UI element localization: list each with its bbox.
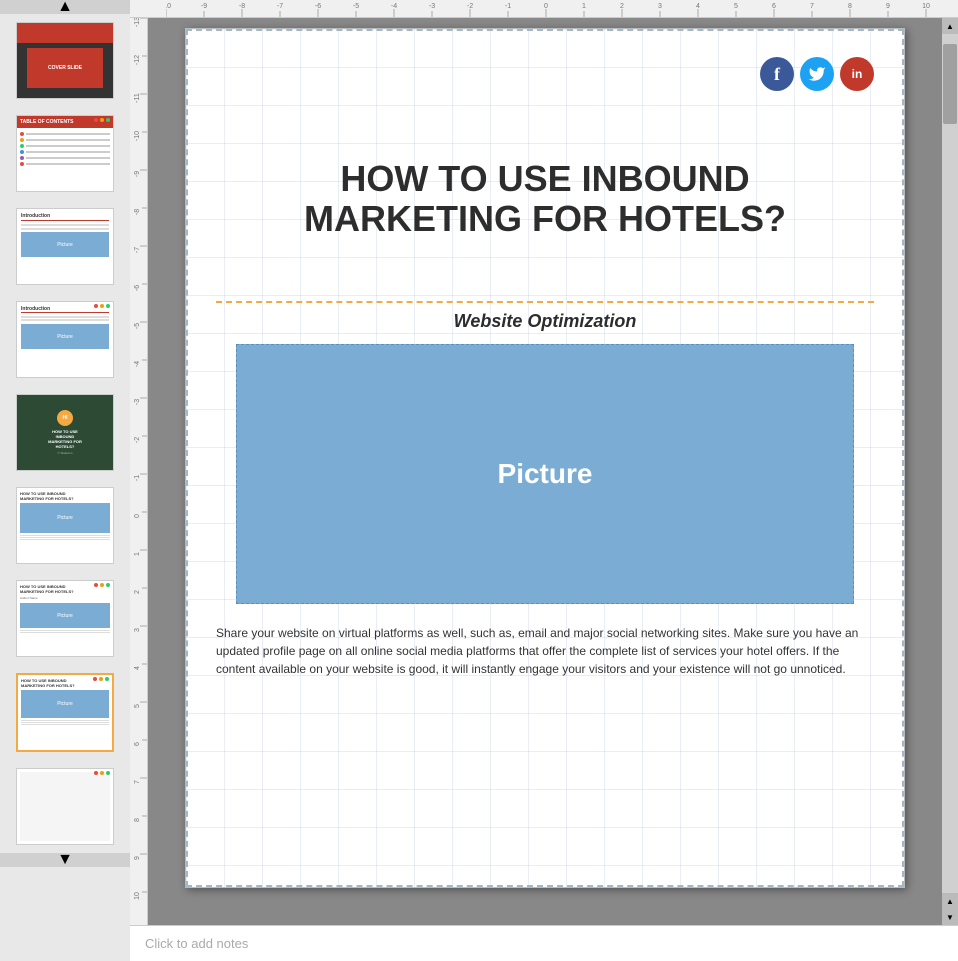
social-icons-group: f in: [760, 57, 874, 91]
svg-text:-3: -3: [429, 3, 435, 10]
svg-text:-9: -9: [201, 3, 207, 10]
svg-text:-10: -10: [166, 3, 171, 10]
svg-text:8: 8: [134, 818, 141, 822]
svg-text:1: 1: [582, 3, 586, 10]
svg-text:8: 8: [848, 3, 852, 10]
twitter-icon[interactable]: [800, 57, 834, 91]
svg-text:7: 7: [810, 3, 814, 10]
svg-text:5: 5: [134, 704, 141, 708]
slide-panel: ▲ 1 COVER SLIDE 2 TABLE OF CONTENTS: [0, 0, 130, 961]
scrollbar-thumb[interactable]: [943, 44, 957, 124]
svg-text:-10: -10: [134, 131, 141, 141]
main-area: -10 -9 -8 -7 -6 -5 -4 -3 -2 -1 0 1 2 3 4…: [130, 0, 958, 961]
slide-thumb-7[interactable]: HOW TO USE INBOUNDMARKETING FOR HOTELS? …: [16, 580, 114, 657]
notes-placeholder: Click to add notes: [145, 936, 248, 951]
svg-text:-6: -6: [315, 3, 321, 10]
svg-text:-1: -1: [505, 3, 511, 10]
svg-text:6: 6: [134, 742, 141, 746]
svg-text:10: 10: [922, 3, 930, 10]
thumb2-title: TABLE OF CONTENTS: [20, 119, 74, 125]
sidebar-scroll-up[interactable]: ▲: [0, 0, 130, 14]
slide-subtitle: Website Optimization: [216, 311, 874, 332]
svg-text:-13: -13: [134, 18, 141, 27]
slide-thumb-8[interactable]: HOW TO USE INBOUNDMARKETING FOR HOTELS? …: [16, 673, 114, 752]
svg-text:-7: -7: [277, 3, 283, 10]
thumb3-title: Introduction: [21, 213, 109, 221]
thumb6-picture-label: Picture: [57, 515, 73, 521]
svg-text:4: 4: [696, 3, 700, 10]
slide-thumb-6[interactable]: HOW TO USE INBOUNDMARKETING FOR HOTELS? …: [16, 487, 114, 564]
slide-thumb-3[interactable]: Introduction Picture: [16, 208, 114, 285]
svg-text:3: 3: [658, 3, 662, 10]
thumb4-picture-label: Picture: [57, 334, 73, 340]
thumb7-picture-label: Picture: [57, 613, 73, 619]
scroll-down-button-1[interactable]: ▲: [942, 893, 958, 909]
slide-body-text: Share your website on virtual platforms …: [216, 624, 874, 678]
svg-text:5: 5: [734, 3, 738, 10]
svg-text:7: 7: [134, 780, 141, 784]
slide-thumb-1[interactable]: COVER SLIDE: [16, 22, 114, 99]
ruler-top: -10 -9 -8 -7 -6 -5 -4 -3 -2 -1 0 1 2 3 4…: [130, 0, 958, 18]
facebook-icon[interactable]: f: [760, 57, 794, 91]
scrollbar-track[interactable]: [942, 34, 958, 893]
slide-thumb-9[interactable]: [16, 768, 114, 845]
slide-thumb-5[interactable]: HI HOW TO USEINBOUNDMARKETING FORHOTELS?…: [16, 394, 114, 471]
thumb6-title: HOW TO USE INBOUNDMARKETING FOR HOTELS?: [20, 491, 110, 501]
svg-text:-2: -2: [467, 3, 473, 10]
svg-text:-5: -5: [134, 323, 141, 329]
svg-text:-9: -9: [134, 171, 141, 177]
scroll-up-button[interactable]: ▲: [942, 18, 958, 34]
svg-text:10: 10: [134, 892, 141, 900]
svg-text:0: 0: [544, 3, 548, 10]
slide-canvas: f in HOW TO USE INBOUND MARKETING FOR HO…: [185, 28, 905, 888]
picture-label: Picture: [498, 458, 593, 490]
svg-text:4: 4: [134, 666, 141, 670]
svg-text:-8: -8: [134, 209, 141, 215]
svg-text:-7: -7: [134, 247, 141, 253]
thumb7-subtitle: Author Name: [20, 596, 110, 600]
slide-main-title: HOW TO USE INBOUND MARKETING FOR HOTELS?: [216, 159, 874, 238]
ruler-left: -13 -12 -11 -10 -9 -8 -7 -6 -5 -4 -3 -2 …: [130, 18, 148, 925]
svg-text:9: 9: [886, 3, 890, 10]
slide-canvas-area[interactable]: f in HOW TO USE INBOUND MARKETING FOR HO…: [148, 18, 942, 925]
svg-text:6: 6: [772, 3, 776, 10]
svg-text:-2: -2: [134, 437, 141, 443]
scroll-down-button-2[interactable]: ▼: [942, 909, 958, 925]
thumb5-subtitle: © SlidesCo: [57, 451, 72, 455]
linkedin-icon[interactable]: in: [840, 57, 874, 91]
svg-text:-4: -4: [391, 3, 397, 10]
svg-text:-6: -6: [134, 285, 141, 291]
svg-text:-11: -11: [134, 93, 141, 103]
notes-area[interactable]: Click to add notes: [130, 925, 958, 961]
svg-text:-8: -8: [239, 3, 245, 10]
picture-placeholder[interactable]: Picture: [236, 344, 854, 604]
svg-text:-1: -1: [134, 475, 141, 481]
svg-text:-4: -4: [134, 361, 141, 367]
svg-text:2: 2: [620, 3, 624, 10]
thumb3-picture-label: Picture: [57, 242, 73, 248]
thumb5-main-title: HOW TO USEINBOUNDMARKETING FORHOTELS?: [48, 429, 82, 450]
svg-text:1: 1: [134, 552, 141, 556]
sidebar-scroll-down[interactable]: ▼: [0, 853, 130, 867]
orange-divider-line: [216, 301, 874, 303]
svg-text:9: 9: [134, 856, 141, 860]
svg-text:-5: -5: [353, 3, 359, 10]
content-with-ruler: -13 -12 -11 -10 -9 -8 -7 -6 -5 -4 -3 -2 …: [130, 18, 958, 925]
thumb8-picture-label: Picture: [57, 701, 73, 707]
svg-text:2: 2: [134, 590, 141, 594]
svg-text:-3: -3: [134, 399, 141, 405]
right-scrollbar: ▲ ▲ ▼: [942, 18, 958, 925]
svg-text:3: 3: [134, 628, 141, 632]
slide-thumb-4[interactable]: Introduction Picture: [16, 301, 114, 378]
svg-text:-12: -12: [134, 55, 141, 65]
slide-thumb-2[interactable]: TABLE OF CONTENTS: [16, 115, 114, 192]
svg-text:0: 0: [134, 514, 141, 518]
